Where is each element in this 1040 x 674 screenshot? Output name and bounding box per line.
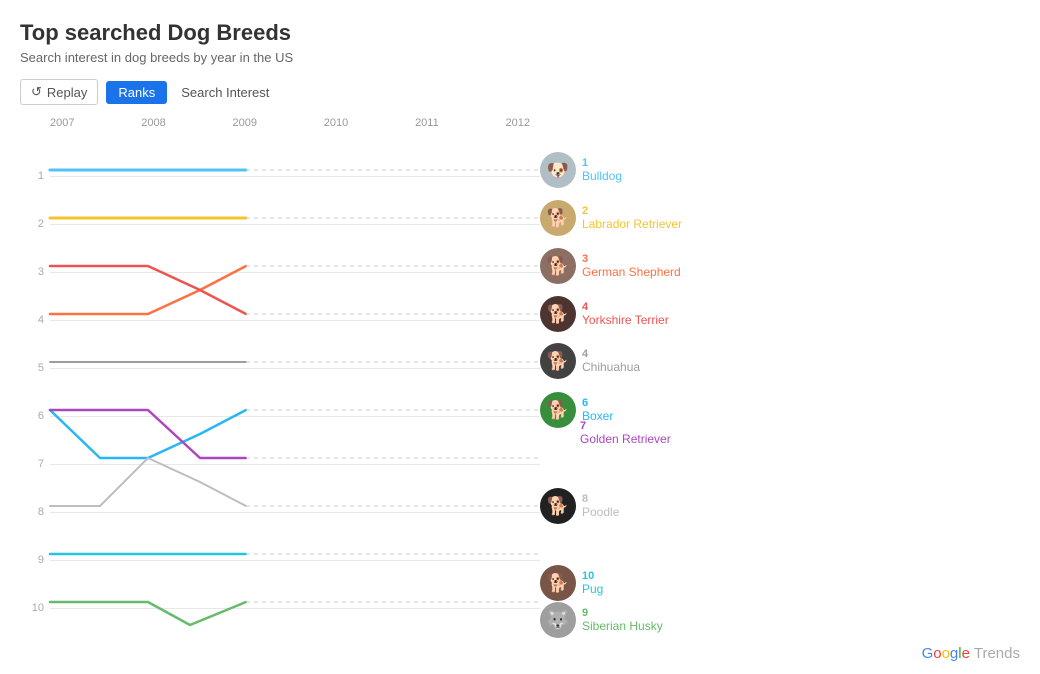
- dog-info-yorkshire: 4 Yorkshire Terrier: [582, 301, 669, 327]
- dog-avatar-boxer: 🐕: [540, 392, 576, 428]
- dog-rank-bulldog: 1: [582, 157, 622, 169]
- dog-info-chihuahua: 4 Chihuahua: [582, 348, 640, 374]
- dog-name-yorkshire: Yorkshire Terrier: [582, 313, 669, 327]
- dog-name-siberian-husky: Siberian Husky: [582, 619, 663, 633]
- google-g-letter: G: [922, 645, 934, 662]
- ranks-tab[interactable]: Ranks: [106, 81, 167, 104]
- dog-entry-golden-retriever: 7 Golden Retriever: [580, 420, 671, 446]
- dog-entry-german-shepherd: 🐕 3 German Shepherd: [540, 248, 681, 284]
- dog-name-bulldog: Bulldog: [582, 169, 622, 183]
- google-trends-branding: Google Trends: [922, 645, 1020, 662]
- rank-num-4: 4: [20, 314, 50, 326]
- german-shepherd-line: [50, 266, 246, 314]
- page-subtitle: Search interest in dog breeds by year in…: [20, 50, 1020, 65]
- dog-name-pug: Pug: [582, 582, 603, 596]
- google-trends-label: Google Trends: [922, 645, 1020, 662]
- dog-entry-pug: 🐕 10 Pug: [540, 565, 603, 601]
- search-interest-tab[interactable]: Search Interest: [175, 81, 275, 104]
- dog-name-golden-retriever: Golden Retriever: [580, 432, 671, 446]
- dog-info-golden-retriever: 7 Golden Retriever: [580, 420, 671, 446]
- dog-rank-siberian-husky: 9: [582, 607, 663, 619]
- dog-entry-poodle: 🐕 8 Poodle: [540, 488, 619, 524]
- rank-num-8: 8: [20, 506, 50, 518]
- rank-num-5: 5: [20, 362, 50, 374]
- rank-num-7: 7: [20, 458, 50, 470]
- dog-rank-poodle: 8: [582, 493, 619, 505]
- dog-rank-chihuahua: 4: [582, 348, 640, 360]
- dog-name-chihuahua: Chihuahua: [582, 360, 640, 374]
- dog-info-german-shepherd: 3 German Shepherd: [582, 253, 681, 279]
- rank-num-1: 1: [20, 170, 50, 182]
- poodle-line: [50, 458, 246, 506]
- replay-button[interactable]: ↺ Replay: [20, 79, 98, 105]
- dog-rank-pug: 10: [582, 570, 603, 582]
- dog-rank-boxer: 6: [582, 397, 613, 409]
- toolbar: ↺ Replay Ranks Search Interest: [20, 79, 1020, 105]
- dog-name-lab: Labrador Retriever: [582, 217, 682, 231]
- dog-entry-yorkshire: 🐕 4 Yorkshire Terrier: [540, 296, 669, 332]
- dog-info-poodle: 8 Poodle: [582, 493, 619, 519]
- dog-avatar-yorkshire: 🐕: [540, 296, 576, 332]
- dog-name-poodle: Poodle: [582, 505, 619, 519]
- rank-num-10: 10: [20, 602, 50, 614]
- dog-avatar-lab: 🐕: [540, 200, 576, 236]
- rank-num-3: 3: [20, 266, 50, 278]
- dog-entry-chihuahua: 🐕 4 Chihuahua: [540, 343, 640, 379]
- rank-num-2: 2: [20, 218, 50, 230]
- dog-entry-siberian-husky: 🐺 9 Siberian Husky: [540, 602, 663, 638]
- yorkshire-line: [50, 266, 246, 314]
- google-o1-letter: o: [933, 645, 941, 662]
- golden-retriever-line: [50, 410, 246, 458]
- replay-icon: ↺: [31, 84, 42, 100]
- dog-avatar-pug: 🐕: [540, 565, 576, 601]
- dog-entry-lab: 🐕 2 Labrador Retriever: [540, 200, 682, 236]
- dog-entry-bulldog: 🐶 1 Bulldog: [540, 152, 622, 188]
- chart-area: 2007 2008 2009 2010 2011 2012 1 2 3 4: [20, 115, 1020, 635]
- dog-avatar-poodle: 🐕: [540, 488, 576, 524]
- boxer-line: [50, 410, 246, 458]
- dog-avatar-german-shepherd: 🐕: [540, 248, 576, 284]
- dog-info-bulldog: 1 Bulldog: [582, 157, 622, 183]
- siberian-husky-line: [50, 602, 246, 625]
- dog-rank-golden-retriever: 7: [580, 420, 671, 432]
- dog-avatar-bulldog: 🐶: [540, 152, 576, 188]
- dog-rank-german-shepherd: 3: [582, 253, 681, 265]
- main-container: Top searched Dog Breeds Search interest …: [0, 0, 1040, 674]
- replay-label: Replay: [47, 85, 87, 100]
- dog-info-pug: 10 Pug: [582, 570, 603, 596]
- dog-name-german-shepherd: German Shepherd: [582, 265, 681, 279]
- rank-num-6: 6: [20, 410, 50, 422]
- google-g2-letter: g: [950, 645, 958, 662]
- dog-avatar-chihuahua: 🐕: [540, 343, 576, 379]
- dog-info-siberian-husky: 9 Siberian Husky: [582, 607, 663, 633]
- page-title: Top searched Dog Breeds: [20, 20, 1020, 46]
- dog-rank-lab: 2: [582, 205, 682, 217]
- trends-label: Trends: [974, 645, 1020, 662]
- chart-svg: [50, 115, 540, 625]
- google-o2-letter: o: [942, 645, 950, 662]
- rank-num-9: 9: [20, 554, 50, 566]
- dog-info-lab: 2 Labrador Retriever: [582, 205, 682, 231]
- google-e-letter: e: [962, 645, 970, 662]
- dog-avatar-siberian-husky: 🐺: [540, 602, 576, 638]
- dog-rank-yorkshire: 4: [582, 301, 669, 313]
